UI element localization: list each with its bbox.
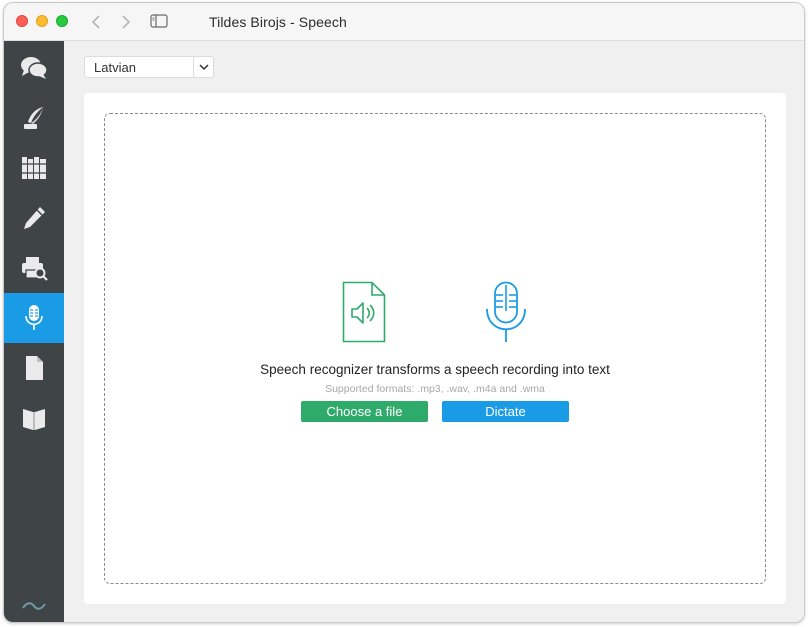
quill-pen-icon <box>24 107 43 129</box>
back-button[interactable] <box>87 12 105 32</box>
microphone-graphic <box>484 281 528 348</box>
audio-file-icon <box>342 281 386 343</box>
chevron-down-icon <box>198 63 209 70</box>
microphone-large-icon <box>486 281 526 342</box>
microphone-icon <box>25 305 43 330</box>
title-bar: Tildes Birojs - Speech <box>4 3 804 41</box>
tilde-wave-icon <box>22 602 46 610</box>
window-title: Tildes Birojs - Speech <box>209 14 347 30</box>
speech-card: Speech recognizer transforms a speech re… <box>84 93 786 604</box>
choose-file-button[interactable]: Choose a file <box>301 401 428 422</box>
sidebar <box>4 41 64 622</box>
sidebar-item-dictionaries[interactable] <box>4 143 64 193</box>
sidebar-item-library[interactable] <box>4 393 64 443</box>
speech-headline: Speech recognizer transforms a speech re… <box>260 362 610 377</box>
open-book-icon <box>23 409 45 430</box>
sidebar-item-print-preview[interactable] <box>4 243 64 293</box>
sidebar-item-speech[interactable] <box>4 293 64 343</box>
audio-file-graphic <box>342 281 386 348</box>
printer-search-icon <box>22 257 48 281</box>
sidebar-item-chat[interactable] <box>4 43 64 93</box>
chat-bubbles-icon <box>21 57 48 79</box>
minimize-window-button[interactable] <box>36 15 48 27</box>
sidebar-icon <box>150 14 168 28</box>
sidebar-toggle-button[interactable] <box>150 14 168 30</box>
file-drop-zone[interactable]: Speech recognizer transforms a speech re… <box>104 113 766 584</box>
maximize-window-button[interactable] <box>56 15 68 27</box>
language-dropdown-button[interactable] <box>193 56 214 78</box>
app-window: Tildes Birojs - Speech Latvian Speech re… <box>3 2 805 623</box>
sidebar-footer <box>4 600 64 612</box>
close-window-button[interactable] <box>16 15 28 27</box>
document-icon <box>26 356 43 380</box>
chevron-left-icon <box>91 15 100 29</box>
supported-formats-text: Supported formats: .mp3, .wav, .m4a and … <box>325 383 545 395</box>
main-content: Latvian Speech recognizer transforms a s… <box>64 41 804 622</box>
books-icon <box>22 157 46 179</box>
pencil-icon <box>24 207 45 229</box>
chevron-right-icon <box>122 15 131 29</box>
forward-button[interactable] <box>117 12 135 32</box>
language-select-value: Latvian <box>94 60 136 75</box>
dictate-button[interactable]: Dictate <box>442 401 569 422</box>
sidebar-item-writing[interactable] <box>4 93 64 143</box>
sidebar-item-documents[interactable] <box>4 343 64 393</box>
sidebar-item-spelling[interactable] <box>4 193 64 243</box>
